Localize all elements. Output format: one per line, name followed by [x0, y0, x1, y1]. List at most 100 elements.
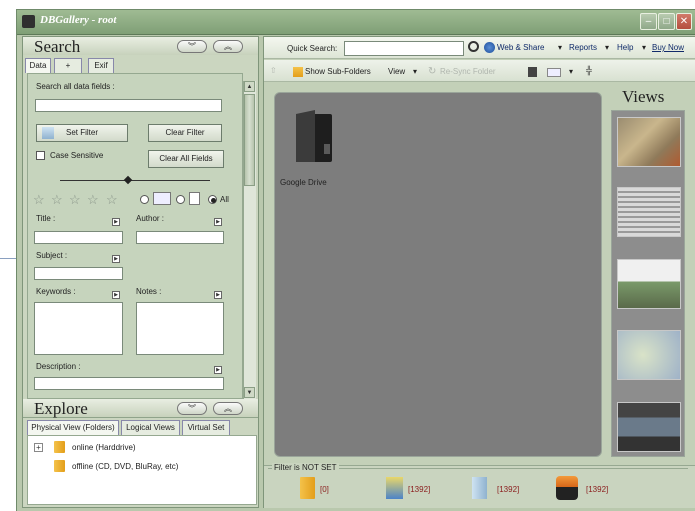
google-drive-folder-icon[interactable] — [293, 108, 335, 164]
collapse-explore-button[interactable]: ︾ — [177, 402, 207, 415]
collapse-search-button[interactable]: ︾ — [177, 40, 207, 53]
explore-title: Explore — [34, 399, 88, 418]
author-field[interactable] — [136, 231, 224, 244]
database-icon[interactable] — [556, 476, 578, 500]
view-menu[interactable]: View — [388, 67, 405, 76]
notes-label: Notes : — [136, 287, 162, 296]
keywords-label: Keywords : — [36, 287, 76, 296]
notes-options-arrow-icon[interactable]: ▶ — [214, 291, 222, 299]
resync-folder-button[interactable]: Re-Sync Folder — [440, 67, 496, 76]
star-5-icon[interactable]: ☆ — [106, 193, 118, 206]
slideshow-icon[interactable] — [547, 68, 561, 77]
case-sensitive-checkbox[interactable] — [36, 151, 45, 160]
tab-virtual-set[interactable]: Virtual Set — [182, 420, 230, 435]
scroll-up-icon[interactable]: ▲ — [244, 81, 255, 92]
clear-all-fields-button[interactable]: Clear All Fields — [148, 150, 224, 168]
tree-item-offline[interactable]: offline (CD, DVD, BluRay, etc) — [72, 462, 178, 471]
keywords-field[interactable] — [34, 302, 123, 355]
subfolders-icon — [293, 67, 303, 77]
document-type-icon — [189, 192, 200, 205]
reports-dropdown-icon[interactable]: ▾ — [605, 43, 609, 52]
view-thumbnails-grid[interactable] — [617, 117, 681, 167]
star-2-icon[interactable]: ☆ — [51, 193, 63, 206]
scroll-down-icon[interactable]: ▼ — [244, 387, 255, 398]
quick-search-input[interactable] — [344, 41, 464, 56]
search-title: Search — [34, 37, 81, 56]
expand-explore-button[interactable]: ︽ — [213, 402, 243, 415]
description-options-arrow-icon[interactable]: ▶ — [214, 366, 222, 374]
subject-options-arrow-icon[interactable]: ▶ — [112, 255, 120, 263]
search-all-input[interactable] — [35, 99, 222, 112]
title-options-arrow-icon[interactable]: ▶ — [112, 218, 120, 226]
pin-icon[interactable]: ╬ — [586, 66, 592, 75]
notes-field[interactable] — [136, 302, 224, 355]
description-field[interactable] — [34, 377, 224, 390]
up-folder-icon[interactable]: ⇧ — [270, 66, 277, 75]
tab-logical-views[interactable]: Logical Views — [121, 420, 180, 435]
show-subfolders-button[interactable]: Show Sub-Folders — [305, 67, 371, 76]
media-radio-all[interactable] — [208, 195, 217, 204]
count-database: [1392] — [586, 485, 609, 494]
slideshow-dropdown-icon[interactable]: ▾ — [569, 67, 573, 76]
web-share-menu[interactable]: Web & Share — [497, 43, 544, 52]
image-type-icon — [153, 192, 171, 205]
description-label: Description : — [36, 362, 81, 371]
folder-icon — [54, 441, 65, 453]
help-menu[interactable]: Help — [617, 43, 633, 52]
divider — [60, 180, 210, 181]
all-label: All — [220, 195, 229, 204]
view-details-list[interactable] — [617, 187, 681, 237]
help-dropdown-icon[interactable]: ▾ — [642, 43, 646, 52]
expand-search-button[interactable]: ︽ — [213, 40, 243, 53]
added-items-icon[interactable] — [386, 477, 403, 499]
clear-filter-button[interactable]: Clear Filter — [148, 124, 222, 142]
star-1-icon[interactable]: ☆ — [33, 193, 45, 206]
tab-physical-view[interactable]: Physical View (Folders) — [27, 420, 119, 435]
set-filter-label: Set Filter — [65, 128, 98, 137]
expand-online-icon[interactable]: + — [34, 443, 43, 452]
author-options-arrow-icon[interactable]: ▶ — [214, 218, 222, 226]
keywords-options-arrow-icon[interactable]: ▶ — [112, 291, 120, 299]
star-3-icon[interactable]: ☆ — [69, 193, 81, 206]
media-radio-document[interactable] — [176, 195, 185, 204]
web-share-dropdown-icon[interactable]: ▾ — [558, 43, 562, 52]
count-filtered: [1392] — [497, 485, 520, 494]
folder-offline-icon — [54, 460, 65, 472]
star-4-icon[interactable]: ☆ — [87, 193, 99, 206]
filtered-items-icon[interactable] — [472, 477, 487, 499]
view-dropdown-icon[interactable]: ▾ — [413, 67, 417, 76]
quick-search-label: Quick Search: — [287, 44, 338, 53]
buy-now-link[interactable]: Buy Now — [652, 43, 684, 52]
app-icon — [22, 15, 35, 28]
view-preview[interactable] — [617, 259, 681, 309]
all-items-folder-icon[interactable] — [300, 477, 315, 499]
tab-add[interactable]: + — [54, 58, 82, 73]
trash-icon[interactable] — [528, 67, 537, 77]
maximize-button[interactable]: □ — [658, 13, 675, 30]
title-bar — [17, 10, 695, 35]
filter-icon — [42, 127, 54, 139]
gallery-item-label[interactable]: Google Drive — [280, 178, 327, 187]
case-sensitive-label: Case Sensitive — [50, 151, 104, 160]
tab-exif[interactable]: Exif — [88, 58, 114, 73]
media-radio-image[interactable] — [140, 195, 149, 204]
globe-icon — [484, 42, 495, 53]
minimize-button[interactable]: – — [640, 13, 657, 30]
tab-data[interactable]: Data — [25, 58, 51, 73]
search-icon[interactable] — [468, 41, 479, 52]
views-title: Views — [622, 87, 665, 106]
reports-menu[interactable]: Reports — [569, 43, 597, 52]
author-label: Author : — [136, 214, 165, 223]
tree-item-online[interactable]: online (Harddrive) — [72, 443, 136, 452]
title-label: Title : — [36, 214, 56, 223]
title-field[interactable] — [34, 231, 123, 244]
count-added: [1392] — [408, 485, 431, 494]
close-button[interactable]: ✕ — [676, 13, 692, 30]
view-filmstrip[interactable] — [617, 402, 681, 452]
filter-status: Filter is NOT SET — [272, 463, 339, 472]
subject-label: Subject : — [36, 251, 68, 260]
subject-field[interactable] — [34, 267, 123, 280]
scroll-thumb[interactable] — [244, 94, 255, 186]
search-all-label: Search all data fields : — [36, 82, 115, 91]
view-map[interactable] — [617, 330, 681, 380]
